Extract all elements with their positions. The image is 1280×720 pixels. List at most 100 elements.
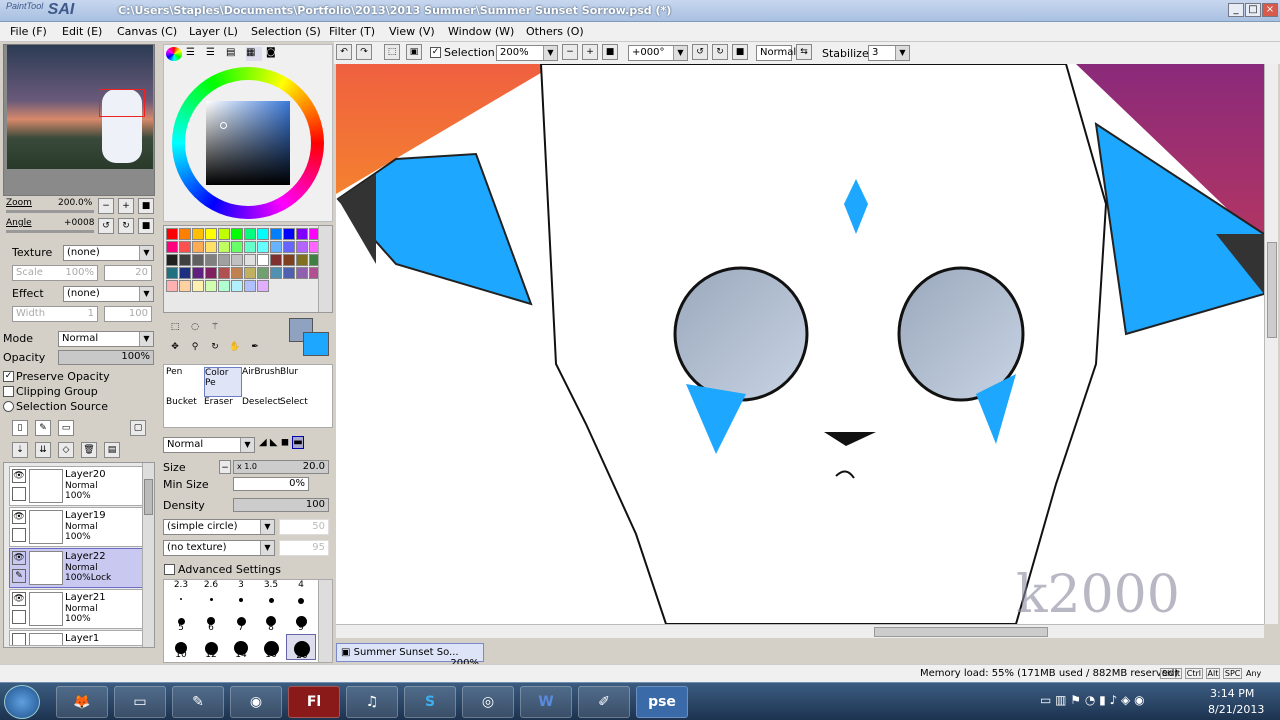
selection-checkbox[interactable]: ✓: [430, 47, 441, 58]
transfer-down-icon[interactable]: ⇣: [12, 442, 28, 458]
palette-swatch[interactable]: [218, 280, 230, 292]
palette-swatch[interactable]: [296, 267, 308, 279]
new-linework-layer-icon[interactable]: ✎: [35, 420, 51, 436]
visibility-eye-icon[interactable]: 👁: [12, 551, 26, 565]
chrome-icon[interactable]: ◉: [230, 686, 282, 718]
angle-slider[interactable]: [6, 230, 94, 233]
palette-swatch[interactable]: [231, 228, 243, 240]
zoom-value[interactable]: 200.0%: [58, 198, 92, 208]
palette-scrollbar[interactable]: [318, 226, 332, 312]
layer-mask-icon[interactable]: ▤: [104, 442, 120, 458]
effect-width-num[interactable]: 100: [104, 306, 152, 322]
new-folder-icon[interactable]: ▭: [58, 420, 74, 436]
eyedropper-icon[interactable]: ✒: [247, 340, 263, 356]
menu-selection[interactable]: Selection (S): [251, 25, 321, 38]
palette-swatch[interactable]: [166, 267, 178, 279]
brush-shape-buttons[interactable]: ◢ ◣ ◼ ▬: [259, 436, 331, 453]
palette-swatch[interactable]: [244, 280, 256, 292]
palette-swatch[interactable]: [179, 228, 191, 240]
layer-list[interactable]: 👁 Layer20 Normal 100% 👁 Layer19 Normal 1…: [3, 462, 155, 648]
effect-dropdown[interactable]: (none) ▼: [63, 286, 154, 302]
brush-blend-dropdown[interactable]: Normal ▼: [163, 437, 255, 453]
brush-size-grid[interactable]: 2.3 2.6 3 3.5 4 5 6 7 8 9 10 12 14 16 20: [163, 579, 333, 663]
saturation-value-square[interactable]: [206, 101, 290, 185]
rotate-tool-icon[interactable]: ↻: [207, 340, 223, 356]
brush-size-cell[interactable]: 2.3: [166, 580, 196, 606]
palette-swatch[interactable]: [244, 228, 256, 240]
layer-item-selected[interactable]: 👁 ✎ Layer22 Normal 100%Lock: [9, 548, 143, 588]
size-mult-icon[interactable]: −: [219, 460, 231, 474]
palette-swatch[interactable]: [270, 228, 282, 240]
zoom-out-icon[interactable]: −: [562, 44, 578, 60]
palette-swatch[interactable]: [296, 254, 308, 266]
layer-lock-icon[interactable]: [12, 528, 26, 542]
brush-size-cell[interactable]: 2.6: [196, 580, 226, 606]
brush-size-cell[interactable]: 5: [166, 607, 196, 633]
delete-layer-icon[interactable]: 🗑: [81, 442, 97, 458]
swatch-grid[interactable]: [166, 228, 321, 310]
brush-size-scrollbar[interactable]: [318, 580, 332, 662]
rotate-left-icon[interactable]: ↺: [692, 44, 708, 60]
palette-swatch[interactable]: [296, 241, 308, 253]
magic-wand-icon[interactable]: ⚚: [207, 320, 223, 336]
clear-layer-icon[interactable]: ◇: [58, 442, 74, 458]
undo-icon[interactable]: ↶: [336, 44, 352, 60]
sai-icon[interactable]: ✐: [578, 686, 630, 718]
brush-size-cell[interactable]: 9: [286, 607, 316, 633]
texture-dropdown[interactable]: (none) ▼: [63, 245, 154, 261]
texture-scale-num[interactable]: 20: [104, 265, 152, 281]
eraser-tool[interactable]: Eraser: [204, 397, 242, 427]
palette-swatch[interactable]: [179, 280, 191, 292]
select-tool[interactable]: Select: [280, 397, 318, 427]
app-icon[interactable]: ◎: [462, 686, 514, 718]
size-slider[interactable]: x 1.0 20.0: [233, 460, 329, 474]
flash-icon[interactable]: Fl: [288, 686, 340, 718]
layer-scroll-thumb[interactable]: [144, 479, 153, 515]
palette-swatch[interactable]: [205, 267, 217, 279]
palette-swatch[interactable]: [166, 228, 178, 240]
new-layer-icon[interactable]: ▯: [12, 420, 28, 436]
bucket-tool[interactable]: Bucket: [166, 397, 204, 427]
brush-size-cell[interactable]: 20: [286, 634, 316, 661]
canvas-vscrollbar[interactable]: [1264, 64, 1278, 624]
tool-app-icon[interactable]: ✎: [172, 686, 224, 718]
layer-item[interactable]: Layer1: [9, 630, 143, 646]
layer-option-icon[interactable]: ▢: [130, 420, 146, 436]
skype-icon[interactable]: S: [404, 686, 456, 718]
close-button[interactable]: ×: [1262, 3, 1278, 17]
pse-icon[interactable]: pse: [636, 686, 688, 718]
redo-icon[interactable]: ↷: [356, 44, 372, 60]
brush-size-cell[interactable]: 3: [226, 580, 256, 606]
swatch-palette[interactable]: [163, 225, 333, 313]
palette-swatch[interactable]: [257, 280, 269, 292]
brush-size-cell[interactable]: 7: [226, 607, 256, 633]
density-slider[interactable]: 100: [233, 498, 329, 512]
visibility-eye-icon[interactable]: 👁: [12, 510, 26, 524]
palette-swatch[interactable]: [218, 228, 230, 240]
palette-swatch[interactable]: [283, 254, 295, 266]
visibility-eye-icon[interactable]: 👁: [12, 592, 26, 606]
menu-view[interactable]: View (V): [389, 25, 435, 38]
deselect-tool[interactable]: Deselect: [242, 397, 281, 427]
palette-swatch[interactable]: [270, 241, 282, 253]
brush-texture-strength[interactable]: 95: [279, 540, 329, 556]
palette-swatch[interactable]: [231, 254, 243, 266]
rect-select-icon[interactable]: ⬚: [167, 320, 183, 336]
zoom-out-icon[interactable]: −: [98, 198, 114, 214]
hand-icon[interactable]: ✋: [227, 340, 243, 356]
menu-layer[interactable]: Layer (L): [189, 25, 238, 38]
minimize-button[interactable]: _: [1228, 3, 1244, 17]
palette-swatch[interactable]: [192, 228, 204, 240]
palette-swatch[interactable]: [192, 254, 204, 266]
canvas-vscroll-thumb[interactable]: [1267, 242, 1277, 338]
texture-scale-field[interactable]: Scale 100%: [12, 265, 98, 281]
hue-ring[interactable]: [172, 67, 324, 219]
scratchpad-tab-icon[interactable]: ◙: [266, 47, 282, 61]
palette-swatch[interactable]: [166, 241, 178, 253]
hsv-slider-tab-icon[interactable]: ☰: [206, 47, 222, 61]
tray-icons[interactable]: ▭ ▥ ⚑ ◔ ▮ ♪ ◈ ◉: [1040, 693, 1145, 707]
palette-swatch[interactable]: [205, 254, 217, 266]
rotate-right-icon[interactable]: ↻: [118, 218, 134, 234]
palette-swatch[interactable]: [192, 267, 204, 279]
palette-swatch[interactable]: [257, 254, 269, 266]
